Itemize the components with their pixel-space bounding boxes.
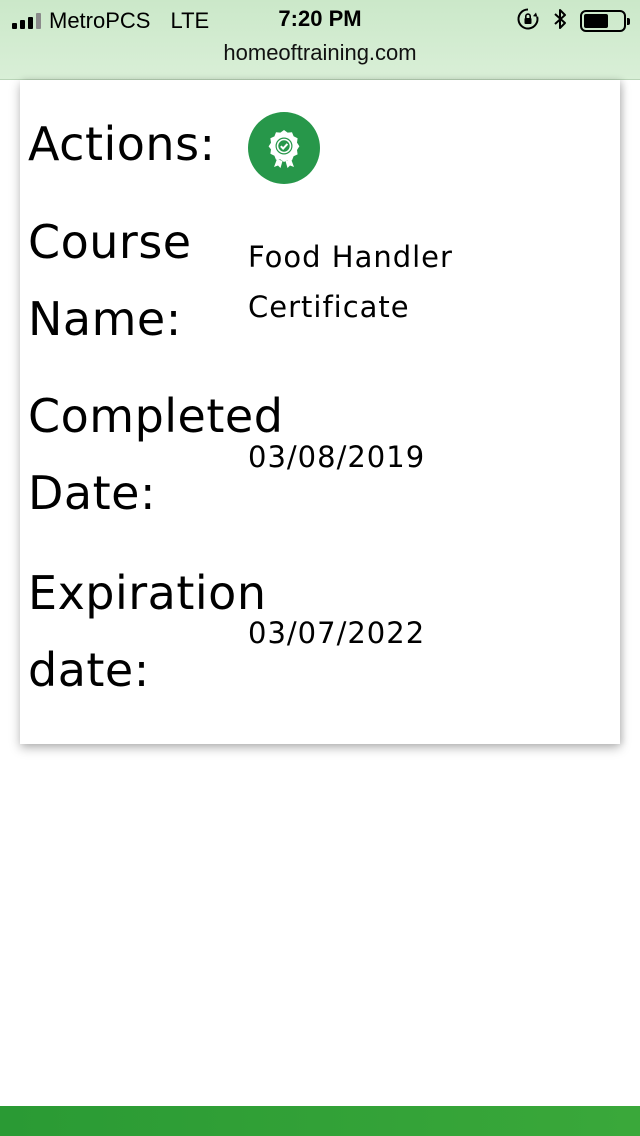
certificate-badge-icon [268, 130, 300, 168]
address-bar-url[interactable]: homeoftraining.com [0, 40, 640, 66]
course-name-label: Course Name: [28, 215, 192, 346]
bluetooth-icon [552, 7, 568, 35]
battery-icon [580, 10, 630, 32]
expiration-date-label: Expiration date: [28, 566, 267, 697]
view-certificate-button[interactable] [248, 112, 320, 184]
course-name-value: Food Handler Certificate [248, 240, 453, 324]
bottom-toolbar [0, 1106, 640, 1136]
status-bar: MetroPCS LTE 7:20 PM homeoftraining.com [0, 0, 640, 80]
course-card: Actions: Course Name: Food Handler Certi… [20, 80, 620, 744]
completed-date-value: 03/08/2019 [248, 440, 426, 474]
completed-date-label: Completed Date: [28, 389, 284, 520]
actions-label: Actions: [28, 117, 216, 171]
orientation-lock-icon [516, 7, 540, 35]
expiration-date-value: 03/07/2022 [248, 616, 426, 650]
status-right [516, 7, 630, 35]
